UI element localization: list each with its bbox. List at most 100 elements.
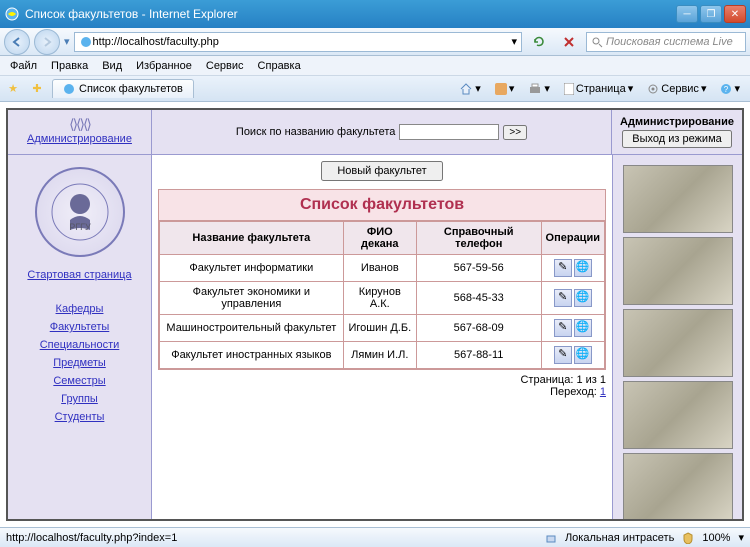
chevron-down-icon[interactable]: ▾: [64, 35, 70, 48]
tab-active[interactable]: Список факультетов: [52, 79, 194, 98]
cell-dean: Кирунов А.К.: [343, 282, 416, 315]
forward-button[interactable]: [34, 29, 60, 55]
dropdown-icon[interactable]: ▾: [511, 35, 517, 48]
search-label: Поиск по названию факультета: [236, 126, 396, 138]
stop-button[interactable]: [556, 31, 582, 53]
pager-text: Страница: 1 из 1: [520, 374, 606, 386]
table-row: Факультет информатики Иванов 567-59-56 ✎…: [160, 255, 605, 282]
thumbnail-5: [623, 453, 733, 519]
menu-favorites[interactable]: Избранное: [130, 58, 198, 74]
table-row: Машиностроительный факультет Игошин Д.Б.…: [160, 315, 605, 342]
thumbnail-4: [623, 381, 733, 449]
university-logo: РГГУ: [35, 167, 125, 257]
exit-mode-button[interactable]: Выход из режима: [622, 130, 732, 148]
view-icon[interactable]: 🌐: [574, 319, 592, 337]
edit-icon[interactable]: ✎: [554, 319, 572, 337]
cell-name: Факультет иностранных языков: [160, 342, 344, 369]
th-phone: Справочный телефон: [416, 222, 541, 255]
search-placeholder: Поисковая система Live: [606, 36, 733, 48]
nav-groups[interactable]: Группы: [12, 393, 147, 405]
window-titlebar: Список факультетов - Internet Explorer ─…: [0, 0, 750, 28]
faculties-title: Список факультетов: [159, 190, 605, 221]
top-strip: ⟨⟩⟨⟩⟨⟩ Администрирование Поиск по назван…: [8, 110, 742, 155]
feeds-button[interactable]: ▾: [489, 80, 521, 98]
left-nav: РГГУ Стартовая страница Кафедры Факульте…: [8, 155, 152, 519]
view-icon[interactable]: 🌐: [574, 259, 592, 277]
refresh-button[interactable]: [526, 31, 552, 53]
ie-icon: [4, 6, 20, 22]
nav-start[interactable]: Стартовая страница: [12, 269, 147, 281]
menu-help[interactable]: Справка: [252, 58, 307, 74]
th-ops: Операции: [541, 222, 604, 255]
zoom-label[interactable]: 100%: [702, 532, 730, 544]
menu-file[interactable]: Файл: [4, 58, 43, 74]
menu-view[interactable]: Вид: [96, 58, 128, 74]
nav-semesters[interactable]: Семестры: [12, 375, 147, 387]
add-favorites-icon[interactable]: ✚: [28, 80, 46, 98]
back-button[interactable]: [4, 29, 30, 55]
help-button[interactable]: ?▾: [714, 80, 746, 98]
window-title: Список факультетов - Internet Explorer: [25, 7, 674, 21]
th-dean: ФИО декана: [343, 222, 416, 255]
nav-students[interactable]: Студенты: [12, 411, 147, 423]
th-name: Название факультета: [160, 222, 344, 255]
cell-dean: Иванов: [343, 255, 416, 282]
favorites-star-icon[interactable]: ★: [4, 80, 22, 98]
pager-goto: Переход:: [550, 386, 597, 398]
menu-edit[interactable]: Правка: [45, 58, 94, 74]
live-search[interactable]: Поисковая система Live: [586, 32, 746, 52]
zoom-dropdown-icon[interactable]: ▾: [738, 531, 744, 544]
thumbnail-1: [623, 165, 733, 233]
faculties-box: Список факультетов Название факультета Ф…: [158, 189, 606, 370]
edit-icon[interactable]: ✎: [554, 346, 572, 364]
thumbnail-2: [623, 237, 733, 305]
faculty-search-input[interactable]: [399, 124, 499, 140]
maximize-button[interactable]: ❐: [700, 5, 722, 23]
close-button[interactable]: ✕: [724, 5, 746, 23]
ie-tab-icon: [63, 83, 75, 95]
tab-title: Список факультетов: [79, 83, 183, 95]
search-go-button[interactable]: >>: [503, 125, 527, 140]
svg-text:РГГУ: РГГУ: [69, 222, 91, 232]
home-button[interactable]: ▾: [453, 80, 487, 98]
cell-dean: Игошин Д.Б.: [343, 315, 416, 342]
cell-phone: 567-59-56: [416, 255, 541, 282]
page-menu[interactable]: Страница ▾: [558, 80, 639, 98]
status-url: http://localhost/faculty.php?index=1: [6, 532, 177, 544]
status-zone: Локальная интрасеть: [565, 532, 674, 544]
cell-ops: ✎🌐: [541, 315, 604, 342]
cell-ops: ✎🌐: [541, 342, 604, 369]
edit-icon[interactable]: ✎: [554, 289, 572, 307]
nav-subjects[interactable]: Предметы: [12, 357, 147, 369]
top-left-box: ⟨⟩⟨⟩⟨⟩ Администрирование: [8, 110, 152, 154]
cell-dean: Лямин И.Л.: [343, 342, 416, 369]
menu-bar: Файл Правка Вид Избранное Сервис Справка: [0, 56, 750, 76]
ie-page-icon: [79, 35, 93, 49]
menu-tools[interactable]: Сервис: [200, 58, 250, 74]
chain-icon: ⟨⟩⟨⟩⟨⟩: [14, 116, 145, 133]
url-input[interactable]: [93, 36, 512, 48]
edit-icon[interactable]: ✎: [554, 259, 572, 277]
page-viewport: ⟨⟩⟨⟩⟨⟩ Администрирование Поиск по назван…: [0, 102, 750, 527]
nav-faculties[interactable]: Факультеты: [12, 321, 147, 333]
address-bar[interactable]: ▾: [74, 32, 522, 52]
view-icon[interactable]: 🌐: [574, 346, 592, 364]
cell-phone: 567-68-09: [416, 315, 541, 342]
svg-text:?: ?: [724, 85, 729, 94]
minimize-button[interactable]: ─: [676, 5, 698, 23]
cell-phone: 568-45-33: [416, 282, 541, 315]
nav-toolbar: ▾ ▾ Поисковая система Live: [0, 28, 750, 56]
service-menu[interactable]: Сервис ▾: [641, 80, 712, 98]
nav-specialities[interactable]: Специальности: [12, 339, 147, 351]
view-icon[interactable]: 🌐: [574, 289, 592, 307]
admin-label: Администрирование: [618, 116, 736, 128]
cell-name: Факультет экономики и управления: [160, 282, 344, 315]
nav-departments[interactable]: Кафедры: [12, 303, 147, 315]
print-button[interactable]: ▾: [522, 80, 556, 98]
pager-link-1[interactable]: 1: [600, 386, 606, 398]
page-frame: ⟨⟩⟨⟩⟨⟩ Администрирование Поиск по назван…: [6, 108, 744, 521]
cell-ops: ✎🌐: [541, 255, 604, 282]
admin-link[interactable]: Администрирование: [27, 133, 132, 145]
new-faculty-button[interactable]: Новый факультет: [321, 161, 442, 181]
search-icon: [591, 35, 603, 47]
